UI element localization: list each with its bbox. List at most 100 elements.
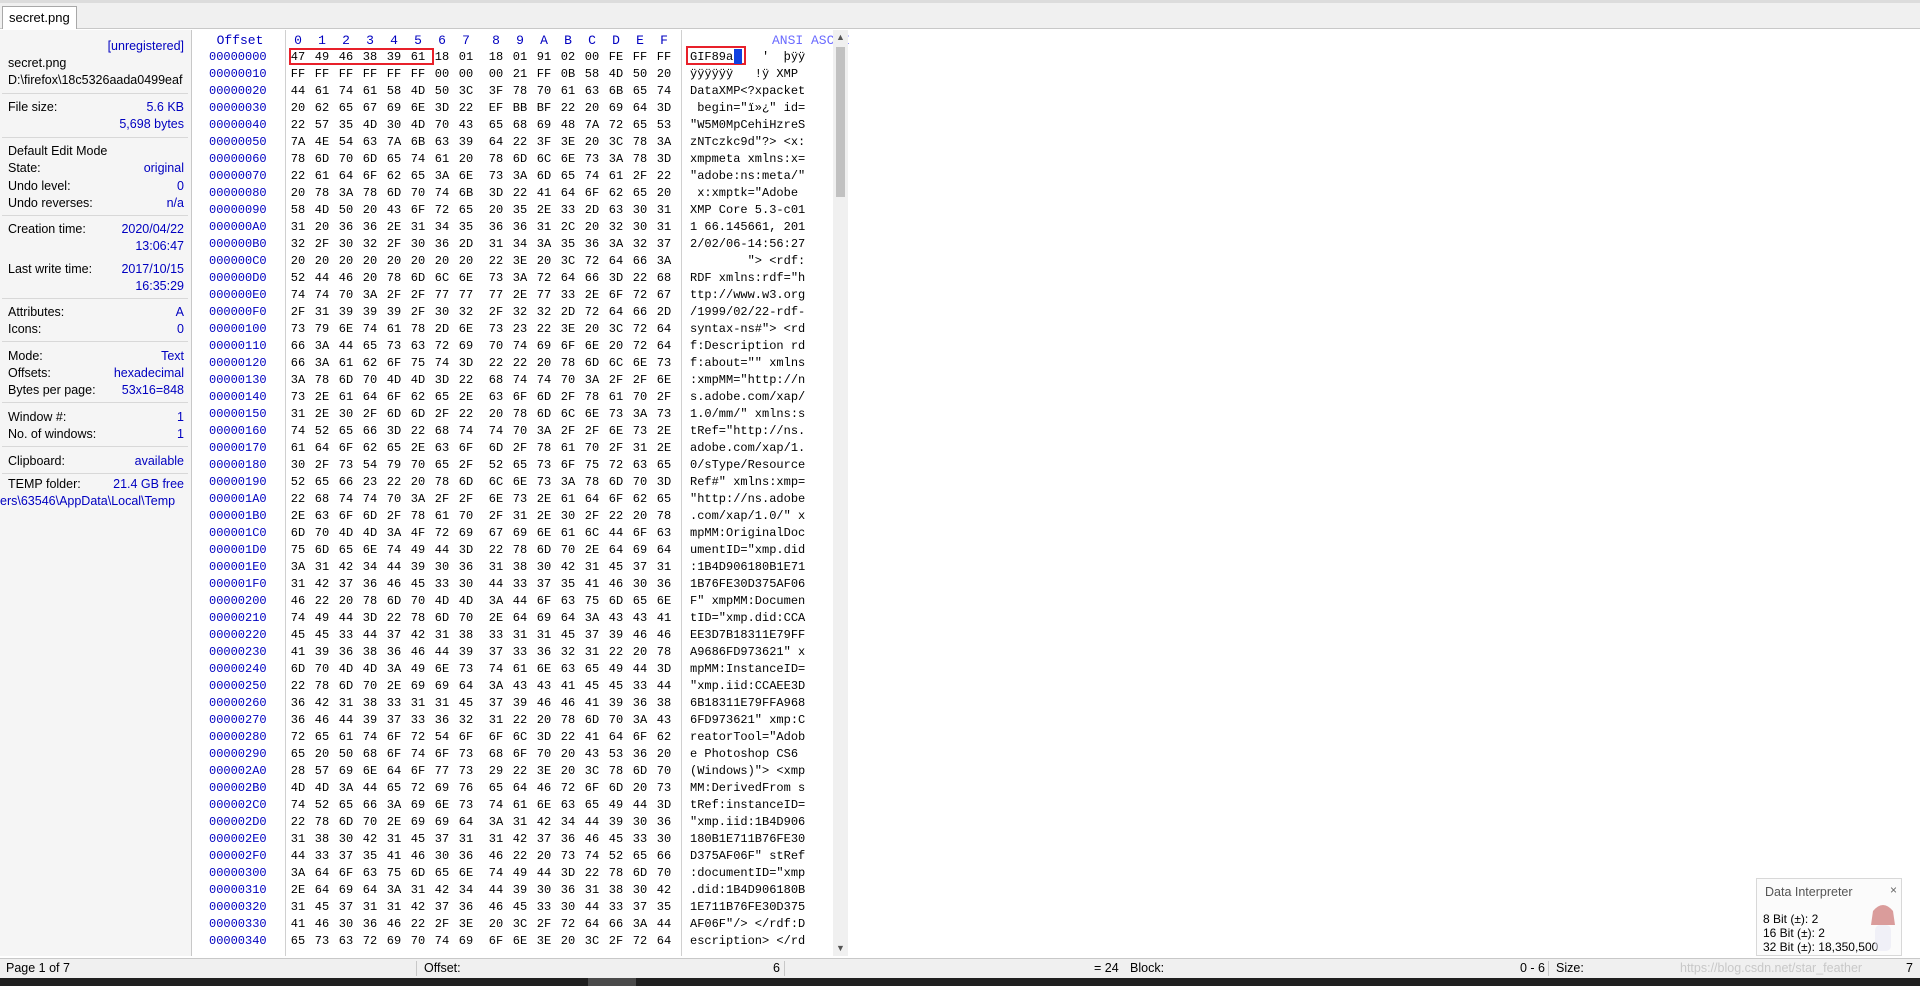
hex-byte[interactable]: 72 — [432, 202, 452, 219]
hex-byte[interactable]: 68 — [312, 491, 332, 508]
hex-byte[interactable]: 45 — [606, 678, 626, 695]
hex-byte[interactable]: 44 — [486, 882, 506, 899]
hex-byte[interactable]: 69 — [408, 814, 428, 831]
hex-byte[interactable]: 6F — [384, 729, 404, 746]
hex-byte[interactable]: 70 — [534, 746, 554, 763]
hex-byte[interactable]: 54 — [432, 729, 452, 746]
text-row[interactable]: :1B4D906180B1E71 — [690, 559, 850, 576]
hex-byte[interactable]: 20 — [384, 253, 404, 270]
hex-byte[interactable]: 64 — [510, 610, 530, 627]
hex-byte[interactable]: 6F — [336, 865, 356, 882]
hex-byte[interactable]: 2F — [606, 372, 626, 389]
hex-byte[interactable]: 20 — [486, 406, 506, 423]
hex-byte[interactable]: 32 — [456, 712, 476, 729]
hex-byte[interactable]: 3D — [654, 474, 674, 491]
hex-byte[interactable]: 20 — [288, 100, 308, 117]
hex-byte[interactable]: 2F — [384, 508, 404, 525]
hex-byte[interactable]: 6F — [606, 491, 626, 508]
hex-byte[interactable]: 6F — [582, 780, 602, 797]
hex-data-area[interactable]: 47 49 46 38 39 61 18 01 18 01 91 02 00 FE FF FF FF FF FF FF… — [288, 49, 678, 949]
hex-byte[interactable]: 2F — [486, 304, 506, 321]
hex-byte[interactable]: 3A — [606, 151, 626, 168]
hex-byte[interactable]: 64 — [558, 270, 578, 287]
hex-byte[interactable]: 46 — [486, 848, 506, 865]
hex-byte[interactable]: 36 — [456, 559, 476, 576]
hex-byte[interactable]: 52 — [486, 457, 506, 474]
hex-byte[interactable]: 4D — [606, 66, 626, 83]
hex-byte[interactable]: 6E — [582, 406, 602, 423]
hex-byte[interactable]: 73 — [456, 797, 476, 814]
hex-byte[interactable]: 20 — [558, 746, 578, 763]
hex-byte[interactable]: 36 — [360, 576, 380, 593]
hex-byte[interactable]: 58 — [384, 83, 404, 100]
hex-byte[interactable]: 31 — [288, 899, 308, 916]
text-row[interactable]: x:xmptk="Adobe — [690, 185, 850, 202]
hex-byte[interactable]: 74 — [486, 423, 506, 440]
hex-byte[interactable]: 69 — [606, 100, 626, 117]
hex-byte[interactable]: 73 — [456, 661, 476, 678]
hex-byte[interactable]: 6F — [486, 729, 506, 746]
hex-byte[interactable]: 6D — [630, 865, 650, 882]
hex-byte[interactable]: 78 — [630, 151, 650, 168]
hex-byte[interactable]: 78 — [558, 355, 578, 372]
hex-byte[interactable]: FF — [630, 49, 650, 66]
page-indicator[interactable]: Page 1 of 7 — [6, 959, 70, 978]
hex-byte[interactable]: 44 — [360, 780, 380, 797]
hex-byte[interactable]: 22 — [534, 321, 554, 338]
text-row[interactable]: "http://ns.adobe — [690, 491, 850, 508]
hex-byte[interactable]: FF — [654, 49, 674, 66]
hex-byte[interactable]: 78 — [558, 712, 578, 729]
hex-byte[interactable]: 4E — [312, 134, 332, 151]
hex-byte[interactable]: 77 — [456, 287, 476, 304]
hex-byte[interactable]: 72 — [630, 933, 650, 950]
hex-byte[interactable]: 6F — [360, 168, 380, 185]
hex-byte[interactable]: 3A — [630, 406, 650, 423]
text-row[interactable]: 180B1E711B76FE30 — [690, 831, 850, 848]
hex-byte[interactable]: 65 — [510, 457, 530, 474]
hex-byte[interactable]: 36 — [288, 695, 308, 712]
hex-byte[interactable]: 58 — [288, 202, 308, 219]
hex-byte[interactable]: 65 — [432, 457, 452, 474]
hex-byte[interactable]: 22 — [288, 814, 308, 831]
hex-byte[interactable]: 31 — [408, 882, 428, 899]
hex-byte[interactable]: 37 — [582, 627, 602, 644]
hex-byte[interactable]: 6E — [336, 321, 356, 338]
hex-byte[interactable]: 31 — [534, 219, 554, 236]
hex-byte[interactable]: 52 — [288, 270, 308, 287]
hex-byte[interactable]: 54 — [336, 134, 356, 151]
hex-byte[interactable]: 3D — [606, 270, 626, 287]
hex-byte[interactable]: 61 — [510, 797, 530, 814]
hex-byte[interactable]: 36 — [384, 644, 404, 661]
hex-byte[interactable]: 70 — [486, 338, 506, 355]
hex-byte[interactable]: 74 — [288, 610, 308, 627]
hex-byte[interactable]: 65 — [336, 100, 356, 117]
hex-byte[interactable]: FF — [384, 66, 404, 83]
hex-byte[interactable]: 32 — [456, 304, 476, 321]
hex-byte[interactable]: 6B — [456, 185, 476, 202]
hex-byte[interactable]: 3A — [486, 593, 506, 610]
hex-byte[interactable]: 32 — [288, 236, 308, 253]
hex-byte[interactable]: 20 — [558, 763, 578, 780]
hex-byte[interactable]: 74 — [654, 83, 674, 100]
hex-byte[interactable]: 31 — [312, 304, 332, 321]
hex-byte[interactable]: 3A — [534, 236, 554, 253]
hex-byte[interactable]: 77 — [534, 287, 554, 304]
text-row[interactable]: 6FD973621" xmp:C — [690, 712, 850, 729]
hex-byte[interactable]: 64 — [654, 933, 674, 950]
hex-byte[interactable]: 68 — [486, 746, 506, 763]
hex-byte[interactable]: 76 — [456, 780, 476, 797]
text-row[interactable]: tRef:instanceID= — [690, 797, 850, 814]
hex-byte[interactable]: 78 — [606, 763, 626, 780]
hex-byte[interactable]: 22 — [558, 729, 578, 746]
hex-byte[interactable]: 74 — [510, 338, 530, 355]
hex-byte[interactable]: 35 — [558, 236, 578, 253]
hex-byte[interactable]: 66 — [288, 355, 308, 372]
text-row[interactable]: "xmp.iid:1B4D906 — [690, 814, 850, 831]
hex-byte[interactable]: 61 — [432, 508, 452, 525]
hex-byte[interactable]: 72 — [558, 916, 578, 933]
hex-byte[interactable]: 34 — [360, 559, 380, 576]
hex-byte[interactable]: 20 — [534, 253, 554, 270]
hex-byte[interactable]: 50 — [336, 746, 356, 763]
hex-byte[interactable]: 20 — [456, 253, 476, 270]
text-row[interactable]: .com/xap/1.0/" x — [690, 508, 850, 525]
